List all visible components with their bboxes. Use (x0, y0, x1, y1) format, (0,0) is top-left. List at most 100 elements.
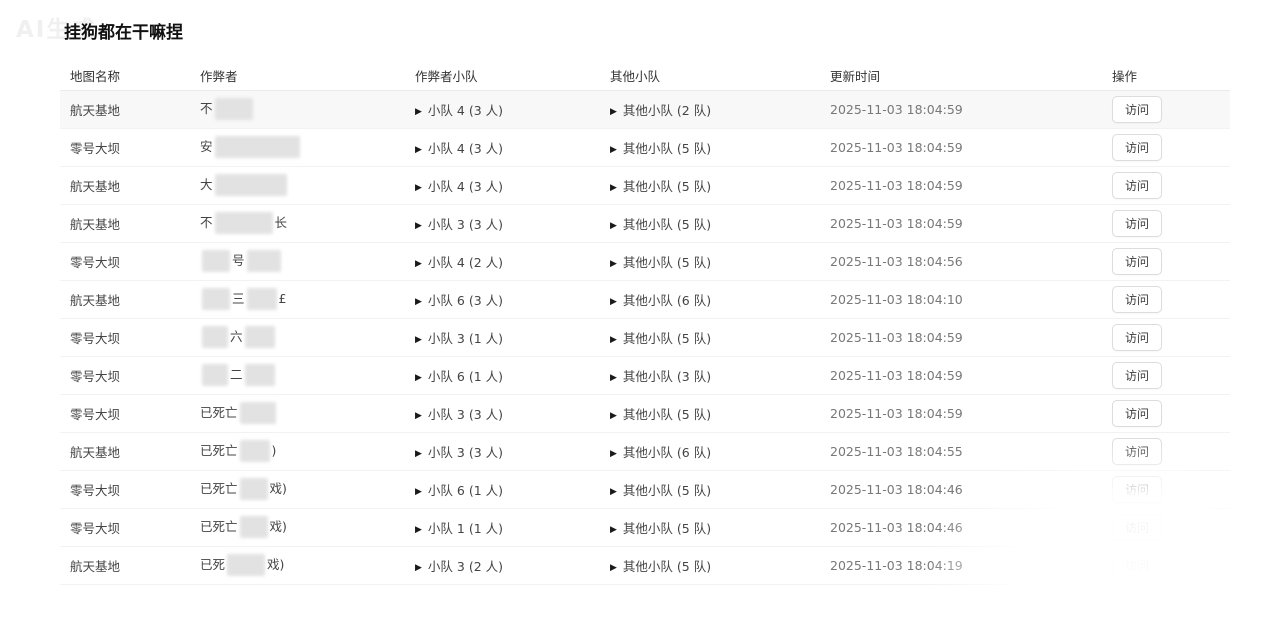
other-squads-expander[interactable]: ▶ 其他小队 (5 队) (600, 176, 820, 195)
cheater-squad-expander[interactable]: ▶ 小队 4 (3 人) (405, 100, 600, 119)
cheater-squad-expander[interactable]: ▶ 小队 6 (3 人) (405, 290, 600, 309)
expand-arrow-icon[interactable]: ▶ (610, 487, 617, 497)
table-row: 零号大坝 安 ▶ 小队 4 (3 人) ▶ 其他小队 (5 队) 2025-11-03 18… (60, 129, 1230, 167)
expand-arrow-icon[interactable]: ▶ (415, 563, 422, 573)
redacted-name-blur (214, 135, 300, 158)
visit-button[interactable]: 访问 (1112, 514, 1163, 541)
expand-arrow-icon[interactable]: ▶ (415, 411, 422, 421)
cheater-name-cell: 六 (190, 325, 405, 349)
other-squads-expander-label: 其他小队 (2 队) (622, 103, 712, 118)
expand-arrow-icon[interactable]: ▶ (610, 411, 617, 421)
column-header-cheater: 作弊者 (200, 69, 238, 84)
other-squads-expander[interactable]: ▶ 其他小队 (6 队) (600, 290, 820, 309)
cheater-squad-expander[interactable]: ▶ 小队 4 (3 人) (405, 138, 600, 157)
cheater-table: 地图名称 作弊者 作弊者小队 其他小队 更新时间 操作 航天基地 不 ▶ 小队 4 (… (60, 61, 1230, 585)
visit-button[interactable]: 访问 (1112, 248, 1163, 275)
cheater-squad-expander[interactable]: ▶ 小队 3 (3 人) (405, 442, 600, 461)
expand-arrow-icon[interactable]: ▶ (415, 525, 422, 535)
other-squads-expander[interactable]: ▶ 其他小队 (5 队) (600, 518, 820, 537)
cheater-squad-expander-label: 小队 6 (1 人) (427, 369, 504, 384)
expand-arrow-icon[interactable]: ▶ (415, 259, 422, 269)
visit-button[interactable]: 访问 (1112, 362, 1163, 389)
expand-arrow-icon[interactable]: ▶ (610, 221, 617, 231)
action-cell: 访问 (1102, 400, 1230, 427)
other-squads-expander[interactable]: ▶ 其他小队 (3 队) (600, 366, 820, 385)
cheater-squad-expander-label: 小队 4 (3 人) (427, 141, 504, 156)
visit-button[interactable]: 访问 (1112, 172, 1163, 199)
visit-button[interactable]: 访问 (1112, 438, 1163, 465)
redacted-name-blur (239, 401, 276, 424)
cheater-squad-expander-label: 小队 1 (1 人) (427, 521, 504, 536)
cheater-name-cell: 安 (190, 135, 405, 159)
expand-arrow-icon[interactable]: ▶ (415, 373, 422, 383)
expand-arrow-icon[interactable]: ▶ (415, 297, 422, 307)
visit-button[interactable]: 访问 (1112, 96, 1163, 123)
table-row: 零号大坝 已死亡 戏) ▶ 小队 6 (1 人) ▶ 其他小队 (5 队) 2025-11-0… (60, 471, 1230, 509)
expand-arrow-icon[interactable]: ▶ (610, 563, 617, 573)
visit-button[interactable]: 访问 (1112, 400, 1163, 427)
cheater-squad-expander[interactable]: ▶ 小队 4 (3 人) (405, 176, 600, 195)
cheater-squad-expander-label: 小队 3 (1 人) (427, 331, 504, 346)
cheater-squad-expander[interactable]: ▶ 小队 1 (1 人) (405, 518, 600, 537)
visit-button[interactable]: 访问 (1112, 476, 1163, 503)
expand-arrow-icon[interactable]: ▶ (610, 259, 617, 269)
map-name-cell: 航天基地 (70, 559, 121, 574)
updated-time-cell: 2025-11-03 18:04:59 (830, 102, 963, 117)
expand-arrow-icon[interactable]: ▶ (415, 449, 422, 459)
expand-arrow-icon[interactable]: ▶ (610, 373, 617, 383)
redacted-name-blur (239, 439, 270, 462)
action-cell: 访问 (1102, 96, 1230, 123)
other-squads-expander[interactable]: ▶ 其他小队 (5 队) (600, 252, 820, 271)
cheater-squad-expander[interactable]: ▶ 小队 3 (2 人) (405, 556, 600, 575)
expand-arrow-icon[interactable]: ▶ (415, 221, 422, 231)
expand-arrow-icon[interactable]: ▶ (610, 335, 617, 345)
column-header-other-squads: 其他小队 (610, 69, 661, 84)
redacted-name-blur (202, 325, 228, 348)
cheater-squad-expander[interactable]: ▶ 小队 4 (2 人) (405, 252, 600, 271)
other-squads-expander[interactable]: ▶ 其他小队 (5 队) (600, 138, 820, 157)
redacted-name-blur (214, 97, 253, 120)
expand-arrow-icon[interactable]: ▶ (415, 107, 422, 117)
visit-button[interactable]: 访问 (1112, 134, 1163, 161)
cheater-name-cell: 不 (190, 97, 405, 121)
cheater-squad-expander[interactable]: ▶ 小队 3 (3 人) (405, 214, 600, 233)
table-row: 航天基地 不 ▶ 小队 4 (3 人) ▶ 其他小队 (2 队) 2025-11-03 18… (60, 91, 1230, 129)
cheater-squad-expander[interactable]: ▶ 小队 3 (1 人) (405, 328, 600, 347)
cheater-squad-expander-label: 小队 4 (2 人) (427, 255, 504, 270)
other-squads-expander[interactable]: ▶ 其他小队 (5 队) (600, 556, 820, 575)
map-name-cell: 航天基地 (70, 293, 121, 308)
action-cell: 访问 (1102, 476, 1230, 503)
action-cell: 访问 (1102, 172, 1230, 199)
table-row: 零号大坝 已死亡 ▶ 小队 3 (3 人) ▶ 其他小队 (5 队) 2025-11-03 … (60, 395, 1230, 433)
updated-time-cell: 2025-11-03 18:04:59 (830, 368, 963, 383)
expand-arrow-icon[interactable]: ▶ (610, 107, 617, 117)
cheater-squad-expander[interactable]: ▶ 小队 6 (1 人) (405, 366, 600, 385)
expand-arrow-icon[interactable]: ▶ (610, 183, 617, 193)
visit-button[interactable]: 访问 (1112, 210, 1163, 237)
other-squads-expander[interactable]: ▶ 其他小队 (5 队) (600, 404, 820, 423)
other-squads-expander[interactable]: ▶ 其他小队 (5 队) (600, 214, 820, 233)
action-cell: 访问 (1102, 438, 1230, 465)
visit-button[interactable]: 访问 (1112, 286, 1163, 313)
expand-arrow-icon[interactable]: ▶ (415, 145, 422, 155)
expand-arrow-icon[interactable]: ▶ (610, 525, 617, 535)
other-squads-expander[interactable]: ▶ 其他小队 (6 队) (600, 442, 820, 461)
expand-arrow-icon[interactable]: ▶ (610, 145, 617, 155)
map-name-cell: 零号大坝 (70, 369, 121, 384)
visit-button[interactable]: 访问 (1112, 324, 1163, 351)
cheater-squad-expander[interactable]: ▶ 小队 6 (1 人) (405, 480, 600, 499)
other-squads-expander[interactable]: ▶ 其他小队 (5 队) (600, 328, 820, 347)
cheater-squad-expander[interactable]: ▶ 小队 3 (3 人) (405, 404, 600, 423)
expand-arrow-icon[interactable]: ▶ (415, 335, 422, 345)
other-squads-expander[interactable]: ▶ 其他小队 (2 队) (600, 100, 820, 119)
column-header-map: 地图名称 (70, 69, 121, 84)
expand-arrow-icon[interactable]: ▶ (415, 183, 422, 193)
updated-time-cell: 2025-11-03 18:04:59 (830, 330, 963, 345)
updated-time-cell: 2025-11-03 18:04:59 (830, 178, 963, 193)
expand-arrow-icon[interactable]: ▶ (415, 487, 422, 497)
map-name-cell: 航天基地 (70, 103, 121, 118)
expand-arrow-icon[interactable]: ▶ (610, 297, 617, 307)
expand-arrow-icon[interactable]: ▶ (610, 449, 617, 459)
other-squads-expander[interactable]: ▶ 其他小队 (5 队) (600, 480, 820, 499)
visit-button[interactable]: 访问 (1112, 552, 1163, 579)
